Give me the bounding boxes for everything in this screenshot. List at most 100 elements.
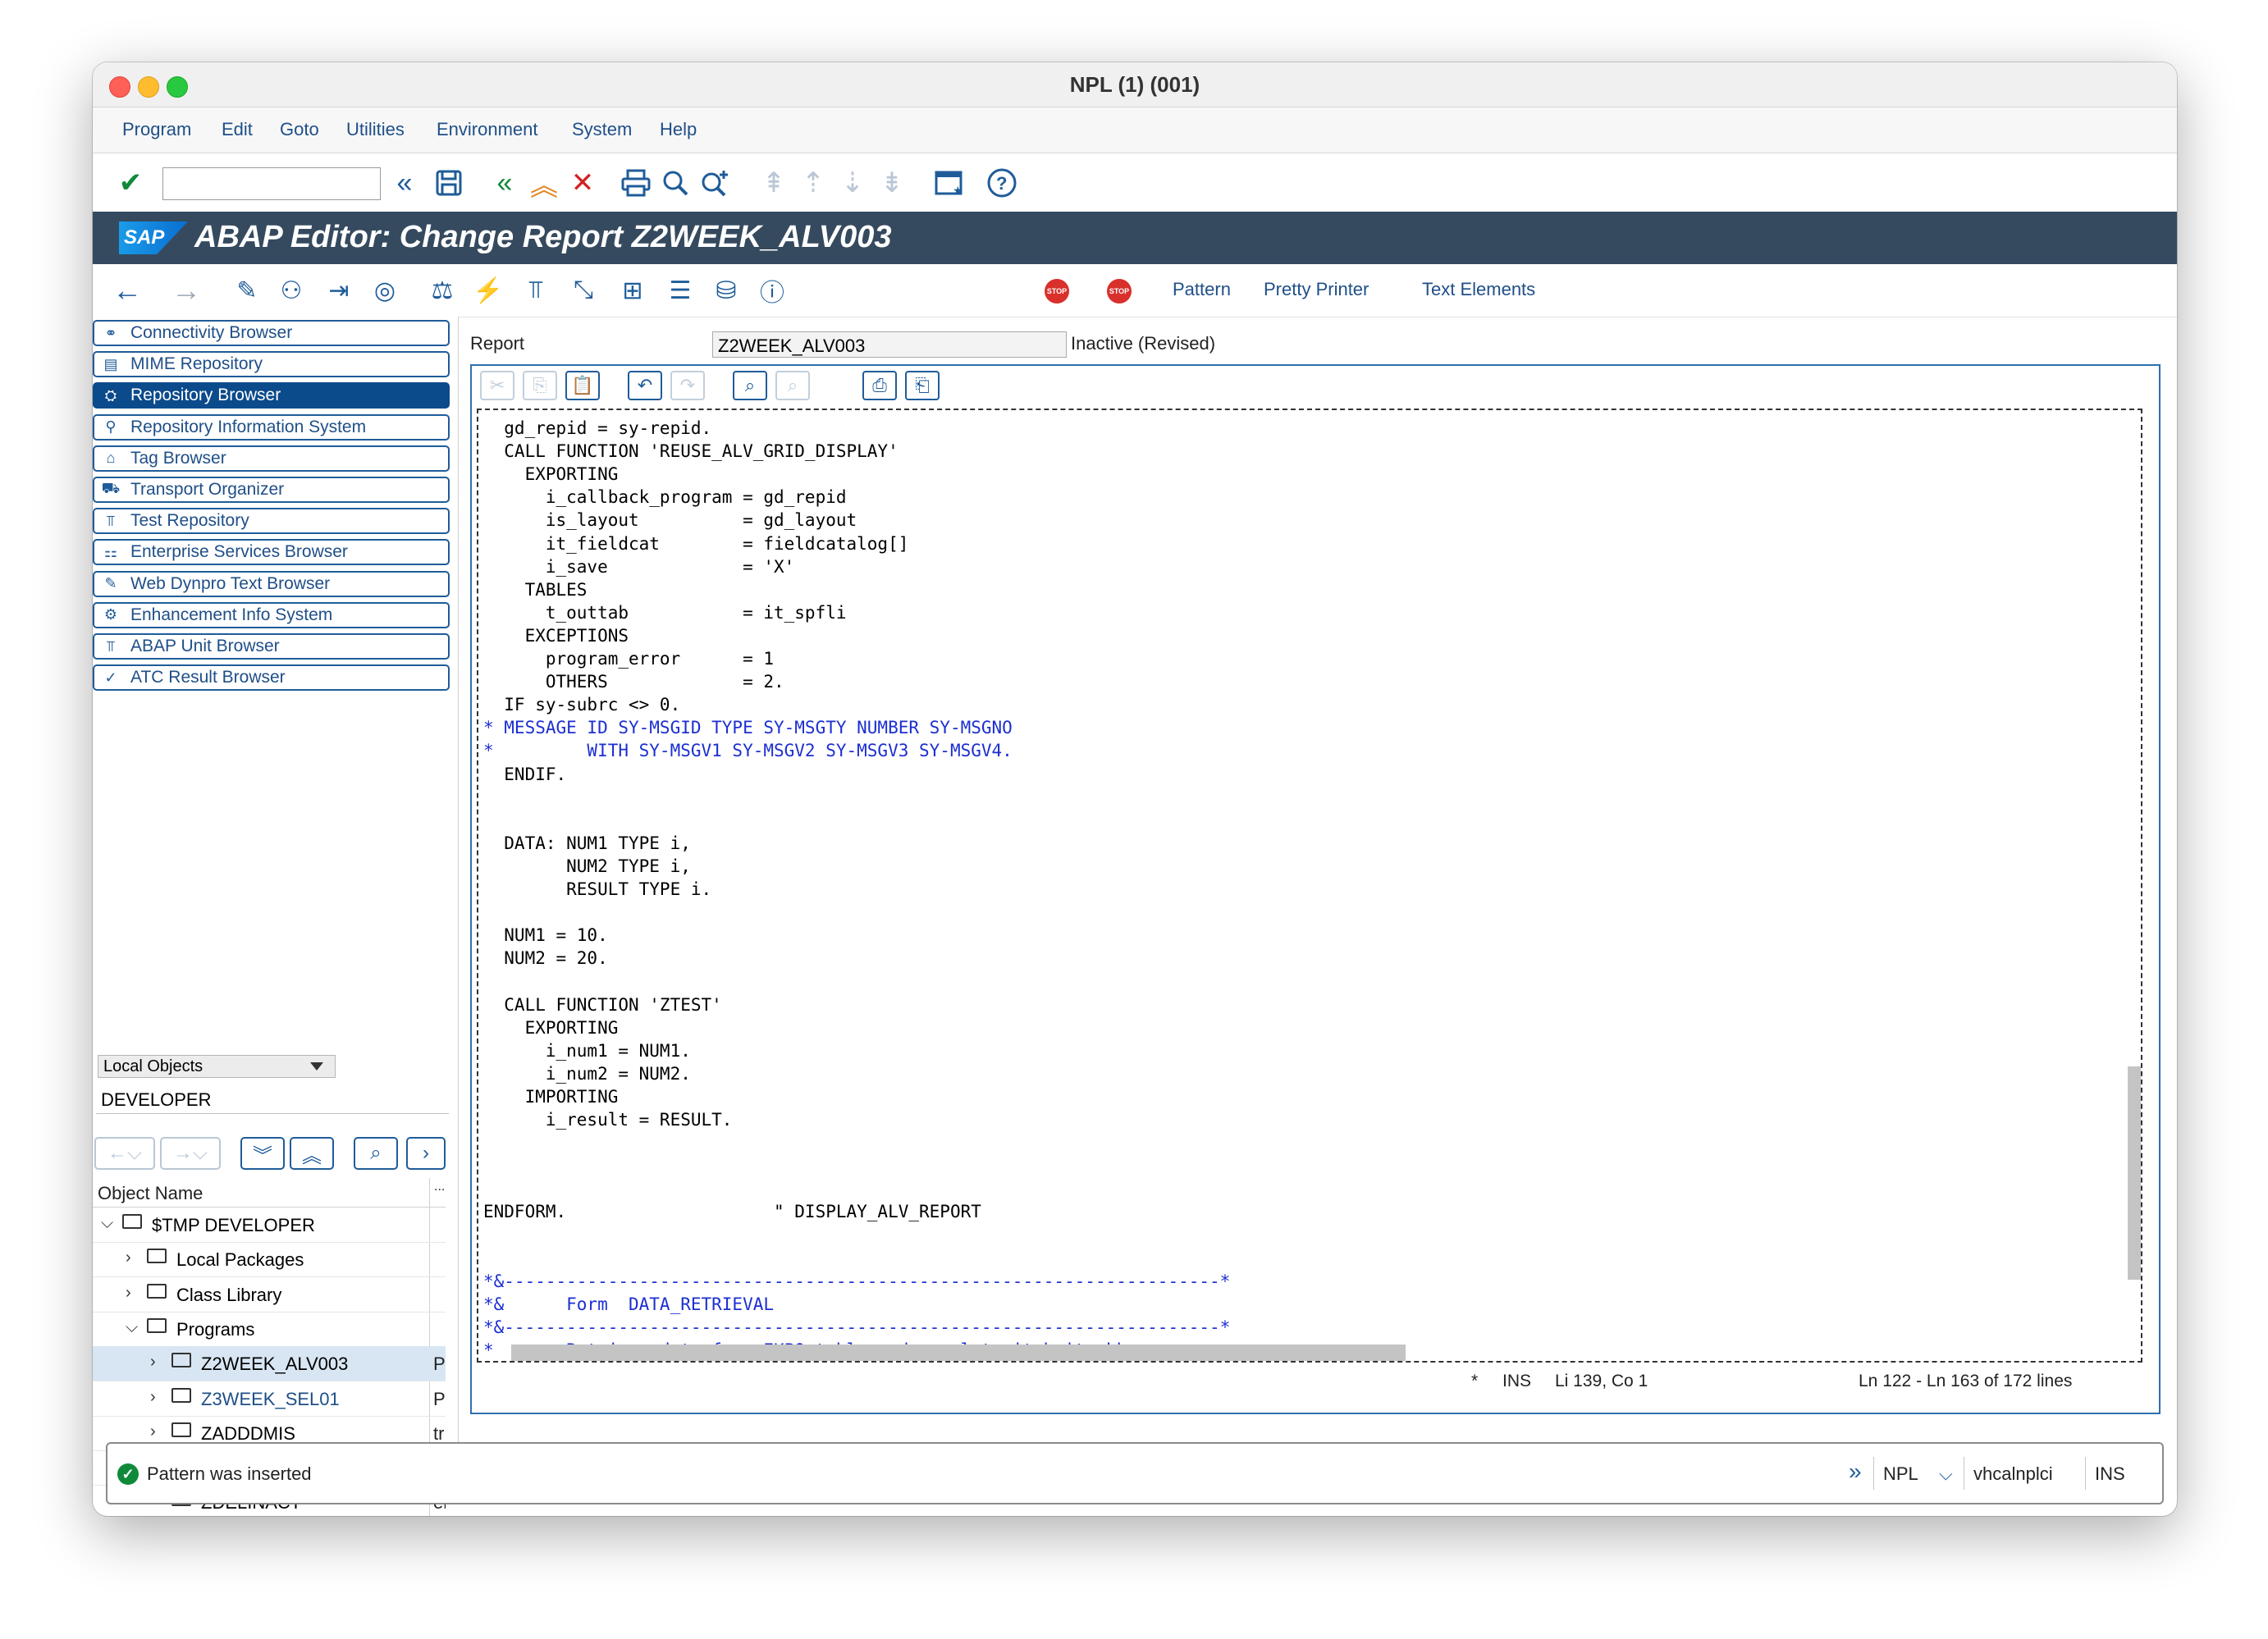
- code-line: i_result = RESULT.: [483, 1110, 733, 1130]
- code-horizontal-scrollbar[interactable]: [511, 1345, 1406, 1361]
- nav-button[interactable]: ⛟ Transport Organizer: [93, 477, 450, 503]
- information-icon[interactable]: ⓘ: [756, 274, 789, 307]
- previous-object-button[interactable]: ←⌵: [94, 1137, 155, 1170]
- nav-button[interactable]: ⌂ Tag Browser: [93, 445, 450, 472]
- nav-button[interactable]: ▤ MIME Repository: [93, 351, 450, 378]
- first-page-icon[interactable]: ⇞: [756, 165, 792, 201]
- active-inactive-icon[interactable]: ⚇: [275, 274, 308, 307]
- nav-button[interactable]: ⫪ Test Repository: [93, 508, 450, 535]
- nav-button[interactable]: ⚏ Enterprise Services Browser: [93, 539, 450, 566]
- chevron-right-icon[interactable]: ›: [150, 1353, 156, 1372]
- last-page-icon[interactable]: ⇟: [874, 165, 910, 201]
- undo-icon[interactable]: ↶: [628, 371, 662, 400]
- where-used-icon[interactable]: ⫪: [519, 274, 552, 307]
- nav-button[interactable]: ⚲ Repository Information System: [93, 413, 450, 441]
- code-line: t_outtab = it_spfli: [483, 602, 847, 623]
- test-icon[interactable]: ⚡: [472, 274, 505, 307]
- menu-goto[interactable]: Goto: [280, 119, 319, 140]
- enter-check-icon[interactable]: ✔: [112, 165, 149, 201]
- tree-row[interactable]: › Z3WEEK_SEL01 Pr: [93, 1381, 446, 1417]
- nav-button[interactable]: ✓ ATC Result Browser: [93, 664, 450, 692]
- status-divider: [2085, 1457, 2086, 1490]
- nav-button[interactable]: ⚙ Enhancement Info System: [93, 601, 450, 628]
- pretty-printer-button[interactable]: Pretty Printer: [1264, 279, 1369, 300]
- column-more-header[interactable]: ...: [434, 1180, 445, 1194]
- pattern-button[interactable]: Pattern: [1173, 279, 1231, 300]
- tree-row[interactable]: ⌵ Programs: [93, 1312, 446, 1347]
- tree-row[interactable]: › Z2WEEK_ALV003 Pr: [93, 1346, 446, 1382]
- redo-icon[interactable]: ↷: [670, 371, 705, 400]
- new-session-icon[interactable]: ★: [931, 165, 967, 201]
- insert-file-icon[interactable]: ⎙: [862, 371, 897, 400]
- code-vertical-scrollbar[interactable]: [2128, 1066, 2141, 1280]
- chevron-right-icon[interactable]: ›: [150, 1388, 156, 1407]
- display-change-icon[interactable]: ✎: [231, 274, 263, 307]
- text-elements-button[interactable]: Text Elements: [1422, 279, 1535, 300]
- system-name: NPL: [1883, 1463, 1918, 1484]
- print-icon[interactable]: [618, 165, 654, 201]
- find-next-icon[interactable]: [697, 165, 733, 201]
- menu-program[interactable]: Program: [122, 119, 191, 140]
- collapse-command-icon[interactable]: «: [386, 165, 423, 201]
- navigation-window-icon[interactable]: ⤡: [567, 274, 600, 307]
- chevron-right-icon[interactable]: ›: [126, 1249, 131, 1267]
- download-file-icon[interactable]: ⎗: [905, 371, 940, 400]
- chevron-right-icon[interactable]: ›: [126, 1284, 131, 1303]
- help-icon[interactable]: ?: [984, 165, 1020, 201]
- cut-icon[interactable]: ✂: [480, 371, 514, 400]
- back-icon[interactable]: «: [487, 165, 523, 201]
- nav-button[interactable]: ⫪ ABAP Unit Browser: [93, 633, 450, 660]
- menu-help[interactable]: Help: [660, 119, 697, 140]
- tag-icon: ⌂: [106, 450, 116, 467]
- cancel-icon[interactable]: ✕: [565, 165, 601, 201]
- success-icon: ✓: [117, 1463, 139, 1485]
- menu-utilities[interactable]: Utilities: [346, 119, 405, 140]
- expand-all-button[interactable]: ︾: [240, 1137, 285, 1170]
- save-icon[interactable]: [431, 165, 467, 201]
- chevron-right-icon[interactable]: ›: [150, 1422, 156, 1441]
- exit-icon[interactable]: ︽: [526, 165, 562, 202]
- object-type-select[interactable]: Local Objects: [98, 1055, 336, 1078]
- tree-row[interactable]: ⌵ $TMP DEVELOPER: [93, 1208, 446, 1243]
- enhance-icon[interactable]: ⛁: [710, 274, 743, 307]
- more-options-button[interactable]: ›: [406, 1137, 446, 1170]
- nav-button[interactable]: ✎ Web Dynpro Text Browser: [93, 570, 450, 597]
- object-list-icon[interactable]: ⊞: [616, 274, 649, 307]
- external-breakpoint-icon[interactable]: STOP: [1107, 279, 1132, 304]
- system-dropdown-icon[interactable]: ⌵: [1939, 1463, 1953, 1485]
- menu-edit[interactable]: Edit: [222, 119, 253, 140]
- display-object-list-icon[interactable]: ☰: [664, 274, 697, 307]
- previous-page-icon[interactable]: ⇡: [795, 165, 831, 201]
- editor-search-next-icon[interactable]: ⌕: [775, 371, 810, 400]
- nav-button[interactable]: ⚭ Connectivity Browser: [93, 320, 450, 346]
- other-object-icon[interactable]: ⇥: [322, 274, 355, 307]
- command-field[interactable]: [162, 167, 381, 200]
- chevron-down-icon[interactable]: ⌵: [126, 1318, 138, 1337]
- tree-row[interactable]: › Class Library: [93, 1277, 446, 1313]
- code-line: i_num2 = NUM2.: [483, 1063, 691, 1084]
- search-tree-button[interactable]: ⌕: [354, 1137, 398, 1170]
- folder-icon: [122, 1214, 142, 1229]
- set-breakpoint-icon[interactable]: STOP: [1045, 279, 1069, 304]
- check-syntax-icon[interactable]: ◎: [368, 274, 401, 307]
- collapse-all-button[interactable]: ︽: [290, 1137, 334, 1170]
- object-name-input[interactable]: DEVELOPER: [96, 1086, 449, 1114]
- chevron-down-icon[interactable]: ⌵: [101, 1214, 113, 1233]
- paste-icon[interactable]: 📋: [565, 371, 600, 400]
- code-line: CALL FUNCTION 'ZTEST': [483, 994, 722, 1015]
- next-page-icon[interactable]: ⇣: [834, 165, 871, 201]
- nav-button[interactable]: ⛭ Repository Browser: [93, 382, 450, 409]
- menu-system[interactable]: System: [572, 119, 632, 140]
- tree-row-label: Class Library: [176, 1284, 282, 1305]
- tree-row[interactable]: › Local Packages: [93, 1242, 446, 1278]
- find-icon[interactable]: [657, 165, 693, 201]
- copy-icon[interactable]: ⎘: [523, 371, 557, 400]
- expand-status-icon[interactable]: »: [1849, 1459, 1862, 1485]
- forward-arrow-icon[interactable]: →: [170, 273, 203, 307]
- activate-icon[interactable]: ⚖: [426, 274, 459, 307]
- back-arrow-icon[interactable]: ←: [111, 273, 144, 307]
- menu-environment[interactable]: Environment: [437, 119, 538, 140]
- editor-search-icon[interactable]: ⌕: [733, 371, 767, 400]
- next-object-button[interactable]: →⌵: [160, 1137, 221, 1170]
- code-area[interactable]: gd_repid = sy-repid. CALL FUNCTION 'REUS…: [477, 409, 2142, 1363]
